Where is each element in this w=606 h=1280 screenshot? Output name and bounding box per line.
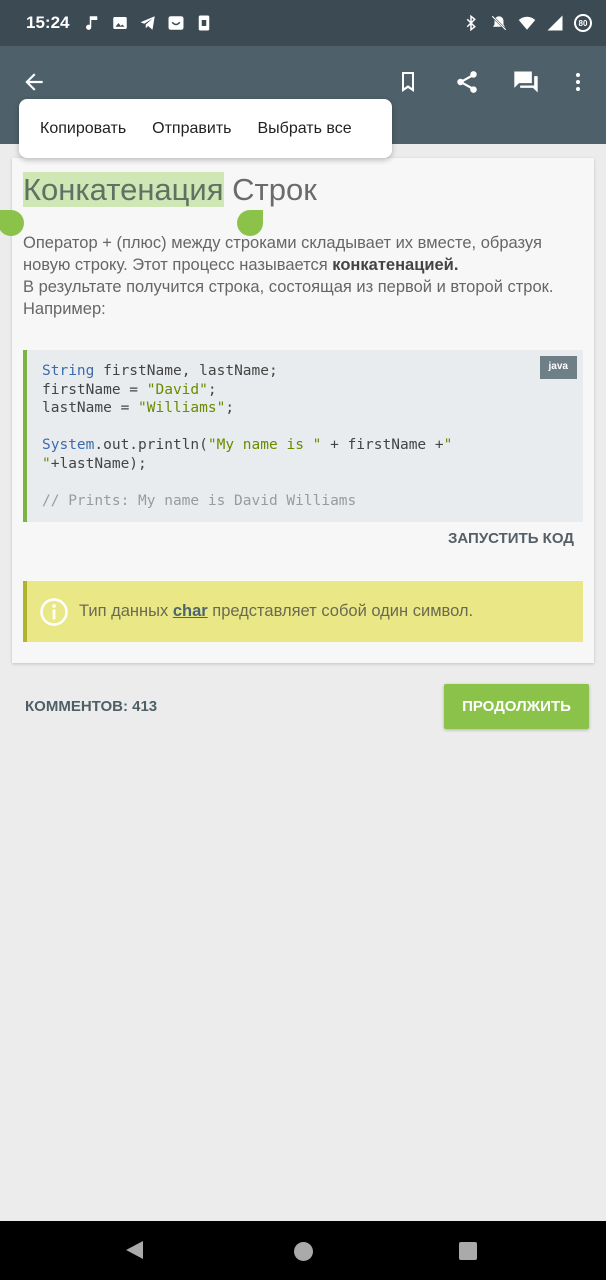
music-icon <box>83 14 101 32</box>
telegram-icon <box>139 14 157 32</box>
tip-text: Тип данных char представляет собой один … <box>79 602 474 620</box>
lesson-paragraph-3: Например: <box>23 300 106 318</box>
lesson-paragraph-1: Оператор + (плюс) между строками складыв… <box>23 232 568 276</box>
continue-button[interactable]: ПРОДОЛЖИТЬ <box>444 684 589 729</box>
wifi-icon <box>518 14 536 32</box>
lesson-body: Оператор + (плюс) между строками складыв… <box>23 232 568 320</box>
image-icon <box>111 14 129 32</box>
share-icon[interactable] <box>449 64 485 100</box>
comments-count-link[interactable]: КОММЕНТОВ: 413 <box>25 698 157 715</box>
lesson-title: Конкатенация Строк <box>23 172 317 208</box>
body-text: Оператор + (плюс) между строками складыв… <box>23 234 542 274</box>
lesson-card: Конкатенация Строк Оператор + (плюс) меж… <box>0 158 594 663</box>
code-line: firstName = "David"; <box>42 381 217 398</box>
run-code-button[interactable]: ЗАПУСТИТЬ КОД <box>448 530 574 547</box>
code-line: // Prints: My name is David Williams <box>42 493 357 510</box>
sim-icon <box>195 14 213 32</box>
bluetooth-icon <box>462 14 480 32</box>
text-selection-menu: Копировать Отправить Выбрать все <box>19 99 392 158</box>
nav-home-icon[interactable] <box>294 1242 313 1261</box>
back-arrow-icon[interactable] <box>18 66 50 98</box>
bookmark-icon[interactable] <box>390 64 426 100</box>
info-icon <box>40 597 68 626</box>
lesson-paragraph-2: В результате получится строка, состоящая… <box>23 278 554 296</box>
status-bar: 15:24 80 <box>0 0 606 46</box>
nav-recents-icon[interactable] <box>459 1242 477 1260</box>
code-language-badge: java <box>539 356 577 379</box>
comments-icon[interactable] <box>508 64 544 100</box>
system-nav-bar <box>0 1221 606 1280</box>
signal-icon <box>546 14 564 32</box>
nav-back-icon[interactable] <box>126 1241 143 1259</box>
more-vert-icon[interactable] <box>560 64 596 100</box>
title-rest-text: Строк <box>223 172 317 207</box>
tip-box: Тип данных char представляет собой один … <box>23 581 583 642</box>
selected-title-text[interactable]: Конкатенация <box>23 172 224 207</box>
battery-icon: 80 <box>574 14 592 32</box>
select-all-menu-item[interactable]: Выбрать все <box>258 120 352 138</box>
code-line: System.out.println("My name is " + first… <box>42 437 453 454</box>
status-notification-icons <box>83 14 213 32</box>
mute-icon <box>490 14 508 32</box>
smile-icon <box>167 14 185 32</box>
body-bold-term: конкатенацией. <box>332 256 459 274</box>
code-line: lastName = "Williams"; <box>42 400 235 417</box>
status-system-icons: 80 <box>462 14 592 32</box>
code-block: java String firstName, lastName; firstNa… <box>23 350 583 522</box>
selection-handle-start[interactable] <box>0 210 24 236</box>
send-menu-item[interactable]: Отправить <box>152 120 231 138</box>
char-glossary-link[interactable]: char <box>173 602 208 620</box>
copy-menu-item[interactable]: Копировать <box>40 120 126 138</box>
status-time: 15:24 <box>26 13 70 32</box>
code-line: "+lastName); <box>42 455 147 472</box>
code-line: String firstName, lastName; <box>42 363 278 379</box>
